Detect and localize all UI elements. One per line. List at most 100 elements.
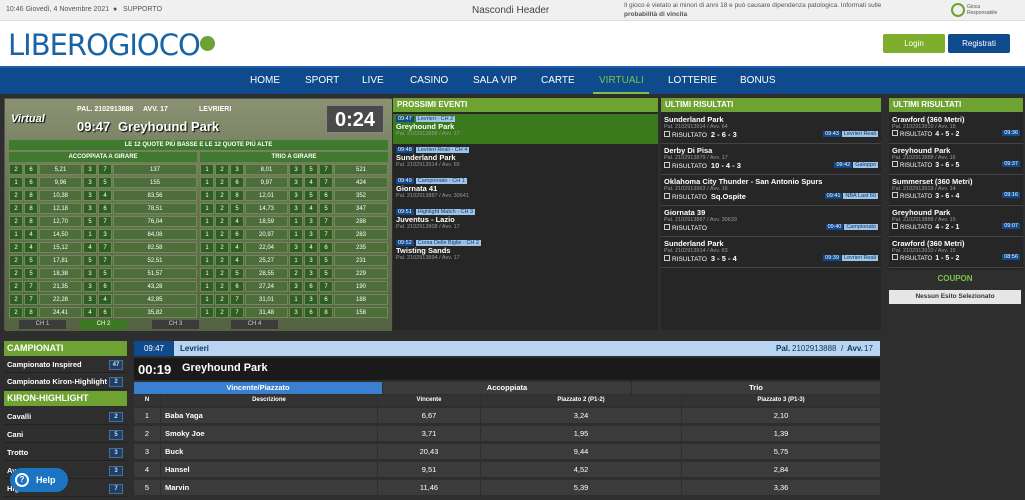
quote-cell[interactable]: 2 xyxy=(215,190,229,201)
legal-notice-link[interactable]: probabilità di vincita xyxy=(624,11,687,18)
quote-cell[interactable]: 6 xyxy=(319,242,333,253)
upcoming-event[interactable]: 09:52 Corsa Delle Biglie - CH 2 Twisting S… xyxy=(393,238,658,268)
result-item[interactable]: Sunderland Park Pal. 2102913914 / Avv. 63… xyxy=(661,238,881,268)
upcoming-event[interactable]: 09:49 Campionato - CH 1 Giornata 41 Pal. 21… xyxy=(393,176,658,206)
quote-cell[interactable]: 3 xyxy=(83,164,97,175)
quote-cell[interactable]: 2 xyxy=(289,268,303,279)
quote-cell[interactable]: 3 xyxy=(289,307,303,318)
quote-cell[interactable]: 3 xyxy=(98,229,112,240)
quote-cell[interactable]: 8 xyxy=(24,190,38,201)
quote-cell[interactable]: 12,70 xyxy=(39,216,82,227)
quote-cell[interactable]: 27,24 xyxy=(245,281,288,292)
quote-cell[interactable]: 1 xyxy=(200,294,214,305)
quote-cell[interactable]: 6 xyxy=(98,203,112,214)
quote-cell[interactable]: 6 xyxy=(24,177,38,188)
quote-cell[interactable]: 5 xyxy=(83,255,97,266)
quote-cell[interactable]: 1 xyxy=(289,216,303,227)
tab-vincente-piazzato[interactable]: Vincente/Piazzato xyxy=(134,382,382,394)
quote-cell[interactable]: 7 xyxy=(319,281,333,292)
quote-cell[interactable]: 5 xyxy=(230,268,244,279)
quote-cell[interactable]: 21,35 xyxy=(39,281,82,292)
quote-cell[interactable]: 3 xyxy=(304,255,318,266)
quote-cell[interactable]: 1 xyxy=(9,177,23,188)
quote-cell[interactable]: 3 xyxy=(230,164,244,175)
quote-cell[interactable]: 78,51 xyxy=(113,203,197,214)
login-button[interactable]: Login xyxy=(883,34,945,53)
quote-cell[interactable]: 84,08 xyxy=(113,229,197,240)
quote-cell[interactable]: 4 xyxy=(83,242,97,253)
result-item[interactable]: Derby Di Pisa Pal. 2102913879 / Avv. 17 RI… xyxy=(661,145,881,175)
sidebar-result-item[interactable]: Crawford (360 Metri) Pal. 2102913910 / Av… xyxy=(889,238,1023,268)
odds-cell[interactable]: 6,67 xyxy=(378,408,480,423)
quote-cell[interactable]: 18,59 xyxy=(245,216,288,227)
quote-cell[interactable]: 5 xyxy=(304,190,318,201)
quote-cell[interactable]: 1 xyxy=(83,229,97,240)
quote-cell[interactable]: 4 xyxy=(83,307,97,318)
quote-cell[interactable]: 4 xyxy=(304,203,318,214)
quote-cell[interactable]: 2 xyxy=(215,242,229,253)
odds-cell[interactable]: 11,46 xyxy=(378,480,480,495)
quote-cell[interactable]: 20,97 xyxy=(245,229,288,240)
quote-cell[interactable]: 6 xyxy=(304,281,318,292)
odds-cell[interactable]: 3,71 xyxy=(378,426,480,441)
quote-cell[interactable]: 42,85 xyxy=(113,294,197,305)
quote-cell[interactable]: 43,28 xyxy=(113,281,197,292)
odds-cell[interactable]: 20,43 xyxy=(378,444,480,459)
nav-live[interactable]: LIVE xyxy=(362,75,384,86)
sidebar-result-item[interactable]: Greyhound Park Pal. 2102913888 / Avv. 16 R… xyxy=(889,145,1023,175)
quote-cell[interactable]: 283 xyxy=(334,229,388,240)
quote-cell[interactable]: 2 xyxy=(9,268,23,279)
quote-cell[interactable]: 22,04 xyxy=(245,242,288,253)
quote-cell[interactable]: 7 xyxy=(98,216,112,227)
result-item[interactable]: Giornata 39 Pal. 2102913887 / Avv. 30639 R… xyxy=(661,207,881,237)
help-button[interactable]: ? Help xyxy=(10,468,68,492)
channel-tab[interactable]: CH 2 xyxy=(80,320,127,329)
quote-cell[interactable]: 3 xyxy=(83,203,97,214)
register-button[interactable]: Registrati xyxy=(948,34,1010,53)
quote-cell[interactable]: 5 xyxy=(319,268,333,279)
sidebar-result-item[interactable]: Summerset (360 Metri) Pal. 2102913919 / A… xyxy=(889,176,1023,206)
quote-cell[interactable]: 3 xyxy=(304,294,318,305)
quote-cell[interactable]: 2 xyxy=(215,281,229,292)
quote-cell[interactable]: 83,56 xyxy=(113,190,197,201)
quote-cell[interactable]: 51,57 xyxy=(113,268,197,279)
quote-cell[interactable]: 28,55 xyxy=(245,268,288,279)
quote-cell[interactable]: 31,01 xyxy=(245,294,288,305)
quote-cell[interactable]: 1 xyxy=(289,255,303,266)
result-item[interactable]: Oklahoma City Thunder - San Antonio Spur… xyxy=(661,176,881,206)
quote-cell[interactable]: 2 xyxy=(9,190,23,201)
odds-cell[interactable]: 9,51 xyxy=(378,462,480,477)
quote-cell[interactable]: 3 xyxy=(289,242,303,253)
quote-cell[interactable]: 3 xyxy=(83,294,97,305)
quote-cell[interactable]: 2 xyxy=(9,242,23,253)
category-item[interactable]: Campionato Inspired 47 xyxy=(4,357,127,373)
quote-cell[interactable]: 3 xyxy=(83,281,97,292)
quote-cell[interactable]: 5 xyxy=(24,255,38,266)
quote-cell[interactable]: 4 xyxy=(230,242,244,253)
quote-cell[interactable]: 7 xyxy=(24,294,38,305)
quote-cell[interactable]: 2 xyxy=(215,229,229,240)
odds-cell[interactable]: 2,10 xyxy=(682,408,880,423)
channel-tab[interactable]: CH 1 xyxy=(19,320,66,329)
virtual-stream[interactable]: Virtual PAL. 2102913888 AVV. 17 LEVRIERI… xyxy=(4,98,392,331)
quote-cell[interactable]: 2 xyxy=(9,164,23,175)
odds-cell[interactable]: 4,52 xyxy=(481,462,681,477)
quote-cell[interactable]: 4 xyxy=(304,242,318,253)
odds-cell[interactable]: 3,36 xyxy=(682,480,880,495)
nav-bonus[interactable]: BONUS xyxy=(740,75,776,86)
quote-cell[interactable]: 8 xyxy=(24,307,38,318)
quote-cell[interactable]: 1 xyxy=(9,229,23,240)
quote-cell[interactable]: 35,82 xyxy=(113,307,197,318)
quote-cell[interactable]: 2 xyxy=(215,294,229,305)
quote-cell[interactable]: 7 xyxy=(98,164,112,175)
quote-cell[interactable]: 1 xyxy=(200,216,214,227)
quote-cell[interactable]: 9,96 xyxy=(39,177,82,188)
quote-cell[interactable]: 2 xyxy=(9,307,23,318)
quote-cell[interactable]: 2 xyxy=(9,281,23,292)
channel-tab[interactable]: CH 3 xyxy=(152,320,199,329)
quote-cell[interactable]: 14,50 xyxy=(39,229,82,240)
quote-cell[interactable]: 7 xyxy=(98,242,112,253)
quote-cell[interactable]: 155 xyxy=(113,177,197,188)
quote-cell[interactable]: 14,73 xyxy=(245,203,288,214)
category-item[interactable]: Campionato Kiron-Highlight 2 xyxy=(4,374,127,390)
